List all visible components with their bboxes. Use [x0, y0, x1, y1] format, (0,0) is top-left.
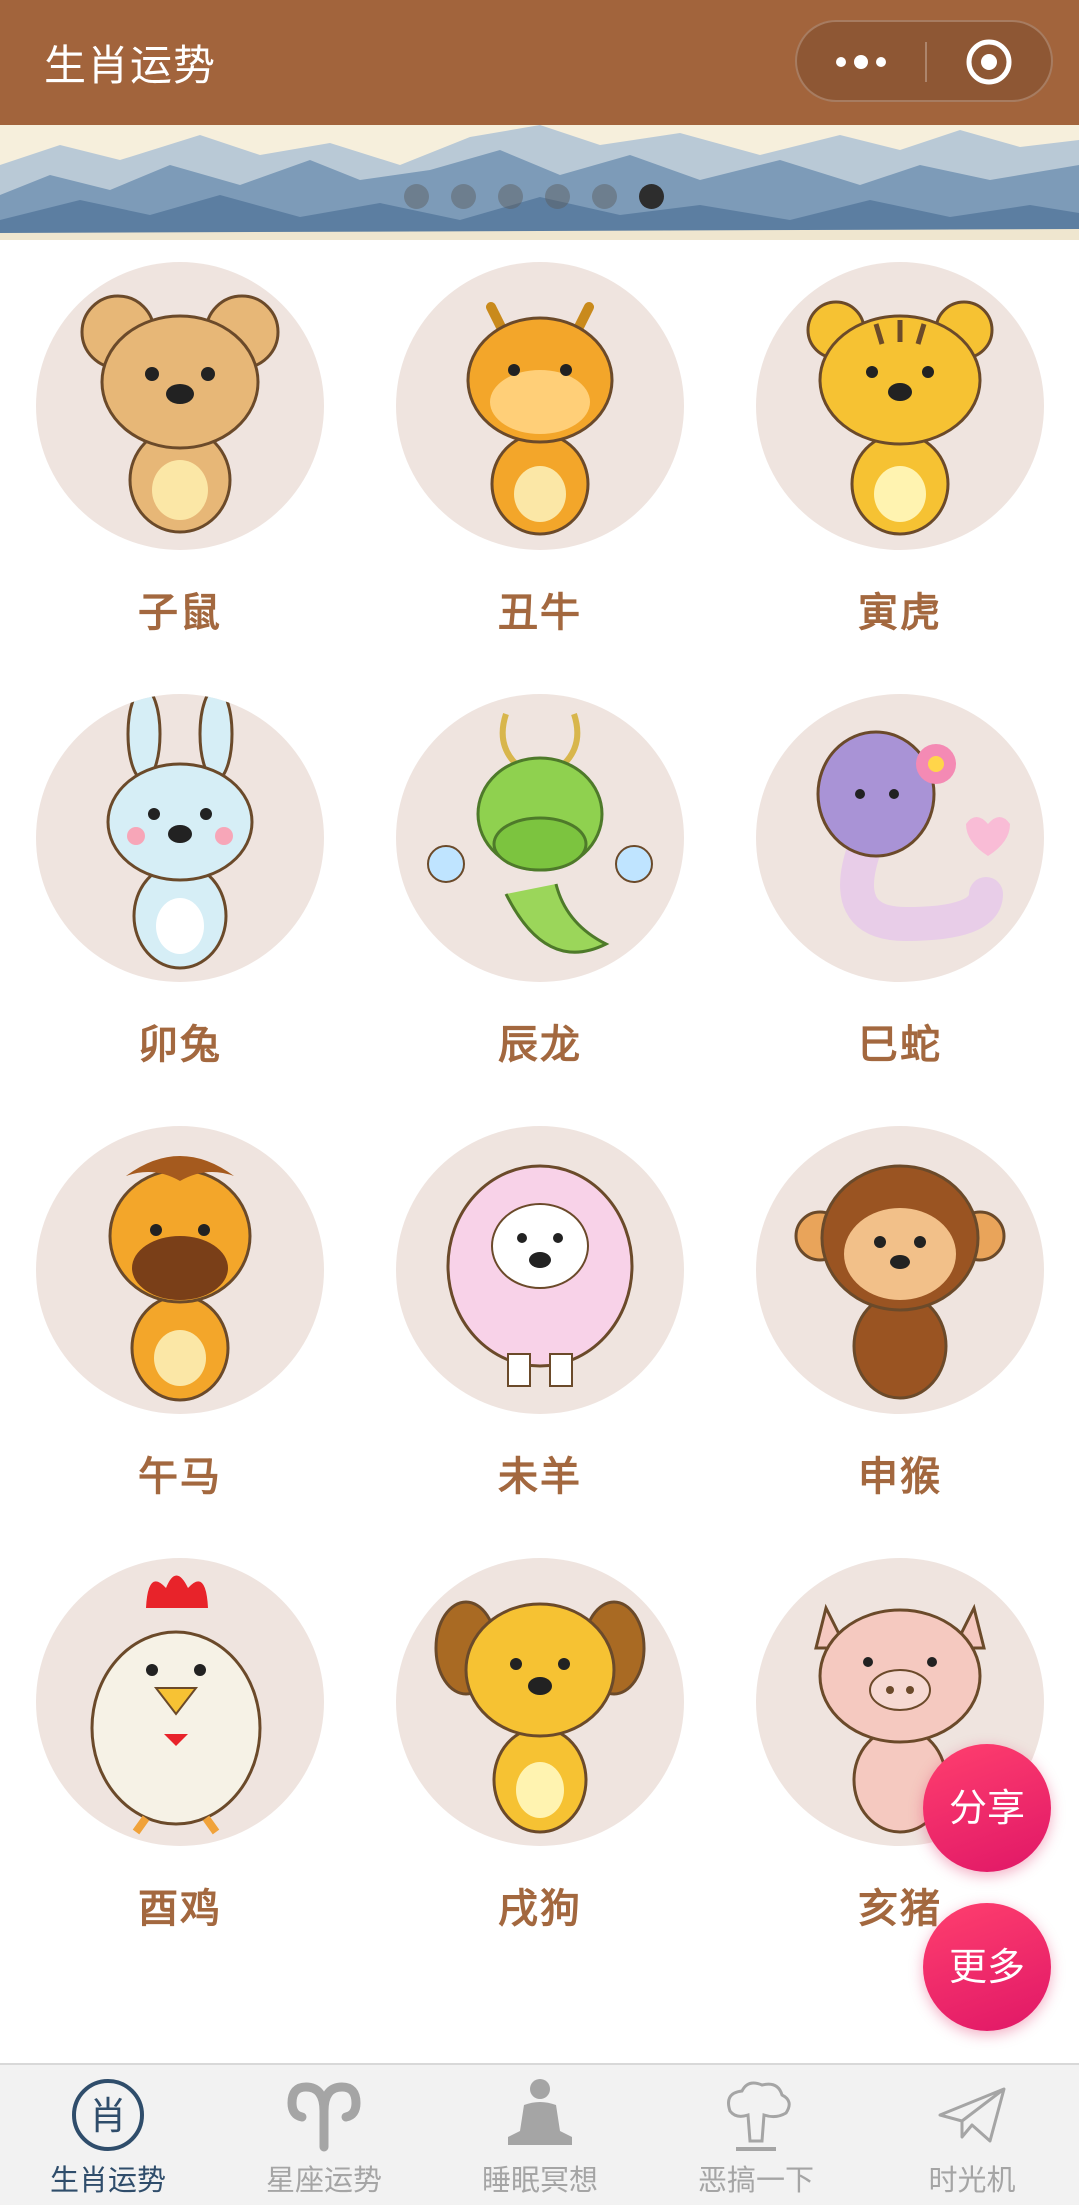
zodiac-item-sheep[interactable]: 未羊	[360, 1104, 720, 1534]
zodiac-label: 丑牛	[498, 590, 582, 636]
share-button[interactable]: 分享	[923, 1744, 1051, 1872]
zodiac-label: 卯兔	[138, 1022, 222, 1068]
tab-prank[interactable]: 恶搞一下	[648, 2065, 864, 2207]
zodiac-item-rooster[interactable]: 酉鸡	[0, 1536, 360, 1966]
tab-label: 生肖运势	[49, 2163, 166, 2197]
zodiac-item-snake[interactable]: 巳蛇	[720, 672, 1079, 1102]
mountain-landscape-image	[0, 125, 1079, 240]
carousel-dot[interactable]	[404, 184, 429, 209]
zodiac-item-rat[interactable]: 子鼠	[0, 240, 360, 670]
page-title: 生肖运势	[44, 41, 217, 90]
ox-image	[396, 262, 684, 550]
more-button[interactable]: 更多	[923, 1903, 1051, 2031]
zodiac-item-pig[interactable]: 亥猪	[720, 1536, 1079, 1966]
horse-image	[36, 1126, 324, 1414]
paper-plane-icon	[938, 2087, 1006, 2143]
meditation-icon	[508, 2079, 572, 2145]
capsule-divider	[925, 42, 927, 82]
zodiac-item-ox[interactable]: 丑牛	[360, 240, 720, 670]
zodiac-item-dragon[interactable]: 辰龙	[360, 672, 720, 1102]
aries-icon	[287, 2082, 361, 2152]
tab-horoscope[interactable]: 星座运势	[216, 2065, 432, 2207]
tiger-image	[756, 262, 1044, 550]
zodiac-label: 辰龙	[498, 1022, 582, 1068]
rat-image	[36, 262, 324, 550]
carousel-dot[interactable]	[451, 184, 476, 209]
explosion-icon	[727, 2081, 791, 2151]
zodiac-label: 酉鸡	[138, 1886, 222, 1932]
bottom-tab-bar: 肖 生肖运势 星座运势 睡眠冥想 恶搞一下 时光机	[0, 2063, 1079, 2205]
sheep-image	[396, 1126, 684, 1414]
zodiac-item-rabbit[interactable]: 卯兔	[0, 672, 360, 1102]
carousel-indicator	[404, 184, 664, 212]
monkey-image	[756, 1126, 1044, 1414]
banner-carousel[interactable]	[0, 125, 1079, 240]
tab-zodiac-fortune[interactable]: 肖 生肖运势	[0, 2065, 216, 2207]
tab-label: 恶搞一下	[697, 2163, 814, 2197]
zodiac-item-monkey[interactable]: 申猴	[720, 1104, 1079, 1534]
zodiac-icon: 肖	[72, 2079, 144, 2151]
carousel-dot[interactable]	[592, 184, 617, 209]
target-icon[interactable]	[965, 38, 1013, 86]
zodiac-label: 午马	[138, 1454, 222, 1500]
title-bar: 生肖运势	[0, 0, 1079, 125]
carousel-dot[interactable]	[498, 184, 523, 209]
zodiac-label: 戌狗	[498, 1886, 582, 1932]
dog-image	[396, 1558, 684, 1846]
tab-label: 星座运势	[265, 2163, 382, 2197]
tab-sleep-meditation[interactable]: 睡眠冥想	[432, 2065, 648, 2207]
carousel-dot[interactable]	[545, 184, 570, 209]
mini-program-capsule	[795, 20, 1053, 102]
rooster-image	[36, 1558, 324, 1846]
zodiac-item-tiger[interactable]: 寅虎	[720, 240, 1079, 670]
more-dots-icon[interactable]	[831, 48, 891, 76]
zodiac-label: 巳蛇	[858, 1022, 942, 1068]
zodiac-label: 寅虎	[858, 590, 942, 636]
tab-label: 睡眠冥想	[481, 2163, 598, 2197]
rabbit-image	[36, 694, 324, 982]
zodiac-label: 子鼠	[138, 590, 222, 636]
zodiac-label: 申猴	[858, 1454, 942, 1500]
zodiac-item-dog[interactable]: 戌狗	[360, 1536, 720, 1966]
tab-label: 时光机	[928, 2163, 1016, 2197]
zodiac-label: 未羊	[498, 1454, 582, 1500]
zodiac-item-horse[interactable]: 午马	[0, 1104, 360, 1534]
dragon-image	[396, 694, 684, 982]
snake-image	[756, 694, 1044, 982]
tab-time-machine[interactable]: 时光机	[864, 2065, 1079, 2207]
carousel-dot-active[interactable]	[639, 184, 664, 209]
svg-text:肖: 肖	[89, 2094, 127, 2138]
